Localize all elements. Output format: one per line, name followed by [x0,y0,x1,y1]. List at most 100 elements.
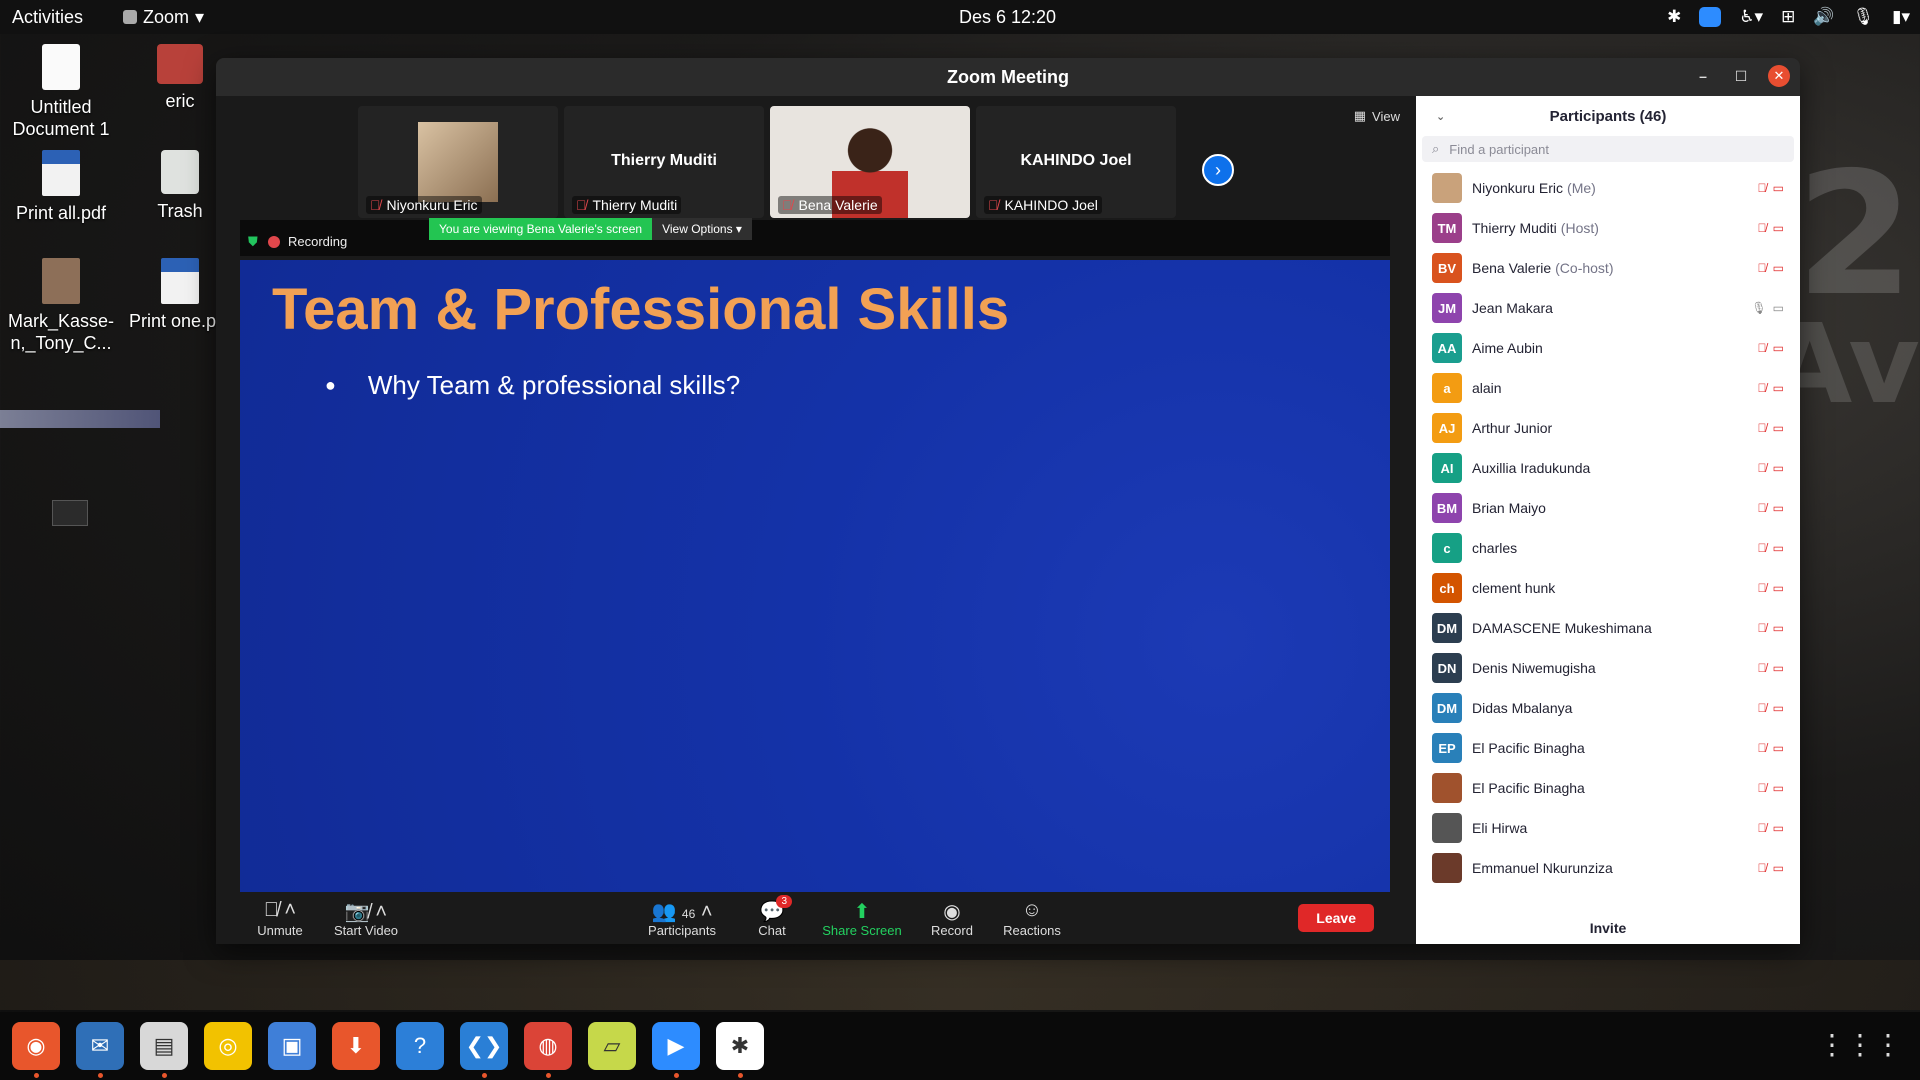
thumbnail-kahindo-joel[interactable]: KAHINDO Joel 🎙̸ KAHINDO Joel [976,106,1176,218]
participant-row[interactable]: JM Jean Makara 🎙 ▭ [1416,288,1800,328]
slide-bullet: Why Team & professional skills? [325,370,740,401]
participant-row[interactable]: BM Brian Maiyo 🎙̸ ▭ [1416,488,1800,528]
app-menu[interactable]: Zoom ▾ [123,7,204,28]
share-screen-icon: ⬆ [853,900,871,923]
close-icon[interactable]: ✕ [1768,65,1790,87]
accessibility-icon[interactable]: ♿▾ [1739,7,1763,27]
activities-button[interactable]: Activities [12,7,83,28]
participant-row[interactable]: DN Denis Niwemugisha 🎙̸ ▭ [1416,648,1800,688]
files-icon[interactable]: ▤ [140,1022,188,1078]
writer-icon[interactable]: ▣ [268,1022,316,1070]
slack-tray-icon[interactable]: ✱ [1667,7,1681,27]
volume-icon[interactable]: 🔊 [1813,7,1834,27]
video-off-icon: ▭ [1772,821,1784,835]
firefox-icon[interactable]: ◉ [12,1022,60,1078]
leave-button[interactable]: Leave [1298,904,1374,932]
system-tray: ✱ ♿▾ ⊞ 🔊 🎙 ▮▾ [1667,0,1910,34]
view-options-dropdown[interactable]: View Options ▾ [652,218,752,240]
slack-icon[interactable]: ✱ [716,1022,764,1078]
help-icon[interactable]: ? [396,1022,444,1070]
next-page-arrow-icon[interactable]: › [1202,154,1234,186]
participant-status-icons: 🎙̸ ▭ [1758,741,1784,755]
participant-row[interactable]: ch clement hunk 🎙̸ ▭ [1416,568,1800,608]
participant-row[interactable]: a alain 🎙̸ ▭ [1416,368,1800,408]
recording-indicator[interactable]: Recording [268,234,347,249]
participant-row[interactable]: DM DAMASCENE Mukeshimana 🎙̸ ▭ [1416,608,1800,648]
participant-search[interactable]: ⌕ Find a participant [1422,136,1794,162]
video-off-icon: ▭ [1772,341,1784,355]
avatar: BV [1432,253,1462,283]
software-icon[interactable]: ⬇ [332,1022,380,1070]
wallpaper-light [0,410,160,428]
chrome-icon[interactable]: ◍ [524,1022,572,1078]
thumbnail-tag: 🎙̸ KAHINDO Joel [984,196,1102,214]
participant-row[interactable]: Emmanuel Nkurunziza 🎙̸ ▭ [1416,848,1800,888]
participant-row[interactable]: El Pacific Binagha 🎙̸ ▭ [1416,768,1800,808]
mic-off-icon: 🎙̸ ˄ [263,898,297,921]
zoom-tray-icon[interactable] [1699,7,1722,27]
show-apps-icon[interactable]: ⋮⋮⋮ [1818,1028,1902,1061]
participant-status-icons: 🎙̸ ▭ [1758,861,1784,875]
clock[interactable]: Des 6 12:20 [0,7,1920,28]
minimize-icon[interactable]: – [1692,65,1714,87]
zoom-icon[interactable]: ▶ [652,1022,700,1078]
reactions-icon: ☺ [1021,898,1043,921]
view-button[interactable]: ▦ View [1354,108,1400,124]
participant-name: El Pacific Binagha [1472,780,1585,796]
avatar: AI [1432,453,1462,483]
start-video-button[interactable]: 📷̸ ˄ Start Video [320,899,412,938]
vscode-icon[interactable]: ❮❯ [460,1022,508,1078]
shield-icon[interactable]: ⛊ [248,234,258,250]
participant-row[interactable]: TM Thierry Muditi (Host) 🎙̸ ▭ [1416,208,1800,248]
meeting-toolbar: 🎙̸ ˄ Unmute 📷̸ ˄ Start Video 👥 46 ˄ Part… [216,892,1416,944]
mic-icon[interactable]: 🎙 [1853,7,1875,27]
desktop-icon-print-all[interactable]: Print all.pdf [6,150,116,224]
record-button[interactable]: ◉ Record [912,899,992,938]
chat-button[interactable]: 💬 3 Chat [732,894,812,938]
reactions-button[interactable]: ☺ Reactions [992,899,1072,938]
unmute-button[interactable]: 🎙̸ ˄ Unmute [240,899,320,938]
thumbnail-bena-valerie[interactable]: 🎙̸ Bena Valerie [770,106,970,218]
participant-row[interactable]: c charles 🎙̸ ▭ [1416,528,1800,568]
participant-status-icons: 🎙̸ ▭ [1758,501,1784,515]
avatar: DN [1432,653,1462,683]
desktop-icon-untitled-document[interactable]: Untitled Document 1 [6,44,116,140]
network-icon[interactable]: ⊞ [1781,7,1795,27]
participant-row[interactable]: Niyonkuru Eric (Me) 🎙̸ ▭ [1416,168,1800,208]
notes-icon[interactable]: ▱ [588,1022,636,1070]
share-screen-button[interactable]: ⬆ Share Screen [812,899,912,938]
pdf-icon [42,150,80,196]
participant-row[interactable]: EP El Pacific Binagha 🎙̸ ▭ [1416,728,1800,768]
view-label: View [1372,108,1400,124]
participant-name: DAMASCENE Mukeshimana [1472,620,1652,636]
participant-name: charles [1472,540,1518,556]
avatar: TM [1432,213,1462,243]
mic-icon: 🎙 [1751,301,1767,315]
shared-screen[interactable]: Team & Professional Skills Why Team & pr… [240,260,1390,892]
participant-name: Aime Aubin [1472,340,1543,356]
thunderbird-icon[interactable]: ✉ [76,1022,124,1078]
participants-button[interactable]: 👥 46 ˄ Participants [632,899,732,938]
window-titlebar[interactable]: Zoom Meeting – ☐ ✕ [216,58,1800,96]
participant-row[interactable]: BV Bena Valerie (Co-host) 🎙̸ ▭ [1416,248,1800,288]
avatar: AA [1432,333,1462,363]
wallpaper-sign [52,500,88,526]
rhythmbox-icon[interactable]: ◎ [204,1022,252,1070]
participant-photo [418,122,498,202]
battery-icon[interactable]: ▮▾ [1892,7,1910,27]
participant-row[interactable]: AA Aime Aubin 🎙̸ ▭ [1416,328,1800,368]
desktop-icon-mark-kassen[interactable]: Mark_Kasse-n,_Tony_C... [6,258,116,354]
avatar [1432,173,1462,203]
thumbnail-thierry-muditi[interactable]: Thierry Muditi 🎙̸ Thierry Muditi [564,106,764,218]
chevron-down-icon[interactable]: ⌄ [1436,110,1445,123]
participant-row[interactable]: AJ Arthur Junior 🎙̸ ▭ [1416,408,1800,448]
app-menu-icon [123,10,138,24]
avatar: ch [1432,573,1462,603]
invite-button[interactable]: Invite [1416,920,1800,936]
participant-row[interactable]: AI Auxillia Iradukunda 🎙̸ ▭ [1416,448,1800,488]
participant-row[interactable]: Eli Hirwa 🎙̸ ▭ [1416,808,1800,848]
maximize-icon[interactable]: ☐ [1730,65,1752,87]
thumbnail-niyonkuru-eric[interactable]: 🎙̸ Niyonkuru Eric [358,106,558,218]
participant-status-icons: 🎙̸ ▭ [1758,261,1784,275]
participant-row[interactable]: DM Didas Mbalanya 🎙̸ ▭ [1416,688,1800,728]
